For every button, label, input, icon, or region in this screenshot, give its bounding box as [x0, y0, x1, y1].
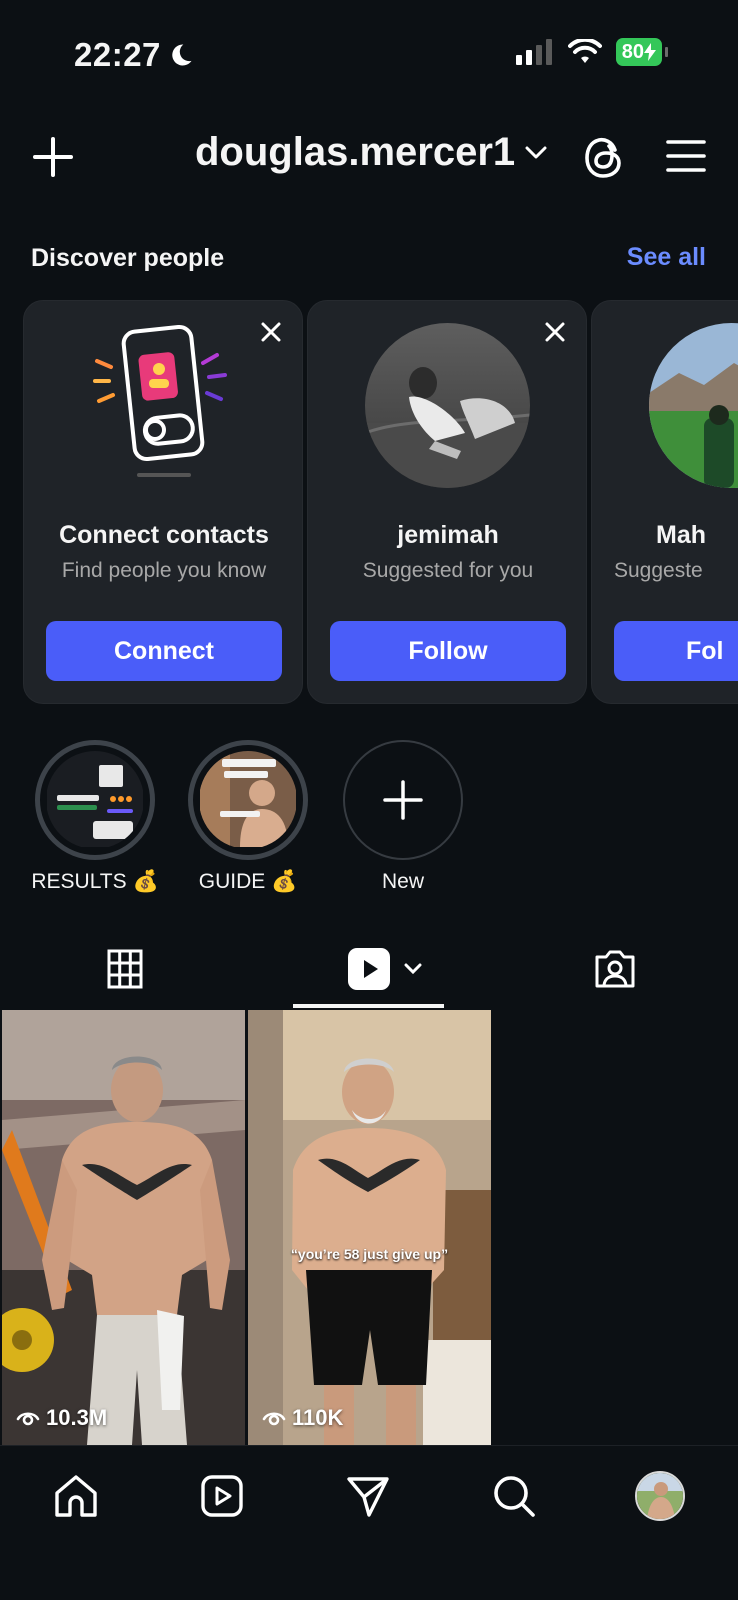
threads-button[interactable]: [582, 135, 626, 181]
profile-photo: [365, 323, 530, 488]
charging-bolt-icon: [644, 43, 656, 61]
close-icon: [545, 322, 565, 342]
highlight-guide[interactable]: GUIDE 💰: [183, 740, 313, 894]
discover-people-title: Discover people: [31, 244, 225, 272]
hamburger-menu-icon: [666, 140, 706, 172]
battery-level: 80: [621, 40, 644, 63]
phone-contacts-illustration: [93, 324, 227, 477]
highlight-ring: [35, 740, 155, 860]
highlight-label: RESULTS 💰: [31, 870, 159, 893]
suggestion-card-jemimah: jemimah Suggested for you Follow: [307, 300, 587, 704]
nav-reels[interactable]: [196, 1470, 248, 1522]
search-icon: [494, 1476, 535, 1517]
highlight-thumbnail: [199, 751, 297, 849]
status-bar: 22:27 80: [0, 0, 738, 110]
wifi-icon: [567, 39, 602, 63]
suggestions-carousel[interactable]: Connect contacts Find people you know Co…: [23, 300, 738, 704]
highlight-cover: [200, 751, 296, 847]
close-icon: [261, 322, 281, 342]
username: douglas.mercer1: [195, 130, 516, 174]
card-title: Mah: [656, 521, 706, 549]
tab-posts-grid[interactable]: [100, 944, 150, 994]
highlight-label: New: [381, 870, 424, 893]
avatar: [635, 1471, 685, 1521]
moon-icon: [172, 44, 192, 66]
bottom-navigation: [0, 1445, 738, 1600]
highlight-label: GUIDE 💰: [198, 870, 298, 893]
profile-photo: [649, 323, 738, 488]
view-count: 10.3M: [16, 1405, 107, 1431]
new-highlight-ring: [343, 740, 463, 860]
card-subtitle: Suggested for you: [362, 559, 534, 582]
nav-messages[interactable]: [342, 1470, 394, 1522]
paper-plane-icon: [347, 1477, 389, 1517]
profile-tabs: [0, 930, 738, 1010]
card-title: Connect contacts: [59, 521, 269, 549]
avatar[interactable]: [365, 323, 530, 488]
account-switcher[interactable]: douglas.mercer1: [195, 130, 547, 175]
chevron-down-icon: [525, 146, 547, 158]
avatar[interactable]: [649, 323, 738, 488]
grid-icon: [107, 949, 143, 989]
reels-grid: 10.3M “you’re 58 just give up” 110K: [0, 1010, 738, 1445]
highlight-thumbnail: [46, 751, 144, 849]
clock-text: 22:27: [74, 36, 161, 73]
connect-button[interactable]: Connect: [46, 621, 282, 681]
reel-tile[interactable]: “you’re 58 just give up” 110K: [248, 1010, 491, 1445]
plus-icon: [383, 780, 423, 820]
plus-icon: [33, 137, 73, 177]
clock: 22:27: [74, 36, 195, 74]
profile-photo: [637, 1473, 683, 1519]
card-subtitle: Find people you know: [61, 559, 267, 582]
reel-tile[interactable]: 10.3M: [2, 1010, 245, 1445]
new-highlight-button[interactable]: New: [338, 740, 468, 894]
suggestion-card-partial: Mah Suggeste Fol: [591, 300, 738, 704]
eye-icon: [16, 1412, 40, 1426]
tagged-user-icon: [595, 950, 635, 988]
follow-button[interactable]: Follow: [330, 621, 566, 681]
view-count-text: 110K: [292, 1405, 344, 1430]
tab-tagged[interactable]: [590, 944, 640, 994]
reels-play-icon: [348, 948, 390, 990]
card-subtitle: Suggeste: [614, 559, 703, 582]
dismiss-button[interactable]: [258, 319, 284, 345]
cellular-signal-icon: [515, 39, 552, 65]
nav-home[interactable]: [50, 1470, 102, 1522]
threads-icon: [585, 137, 621, 178]
reel-thumbnail: [248, 1010, 491, 1445]
reel-thumbnail: [2, 1010, 245, 1445]
nav-profile[interactable]: [634, 1470, 686, 1522]
highlight-cover: [47, 751, 143, 847]
profile-header: douglas.mercer1: [0, 130, 738, 190]
highlight-ring: [188, 740, 308, 860]
follow-button[interactable]: Fol: [614, 621, 738, 681]
create-button[interactable]: [32, 136, 74, 178]
eye-icon: [262, 1412, 286, 1426]
menu-button[interactable]: [666, 138, 706, 174]
reel-caption: “you’re 58 just give up”: [290, 1246, 449, 1262]
dismiss-button[interactable]: [542, 319, 568, 345]
reels-icon: [201, 1475, 243, 1517]
story-highlights: RESULTS 💰 GUIDE 💰 New: [0, 740, 738, 900]
highlight-results[interactable]: RESULTS 💰: [30, 740, 160, 894]
home-icon: [55, 1475, 97, 1517]
chevron-down-icon: [404, 963, 422, 975]
tab-reels[interactable]: [345, 944, 425, 994]
battery-indicator: 80: [615, 38, 669, 66]
suggestion-card-connect-contacts: Connect contacts Find people you know Co…: [23, 300, 303, 704]
view-count-text: 10.3M: [46, 1405, 108, 1430]
see-all-link[interactable]: See all: [627, 243, 706, 272]
nav-search[interactable]: [488, 1470, 540, 1522]
active-tab-indicator: [293, 1004, 444, 1008]
card-title: jemimah: [397, 521, 499, 549]
view-count: 110K: [262, 1405, 343, 1431]
